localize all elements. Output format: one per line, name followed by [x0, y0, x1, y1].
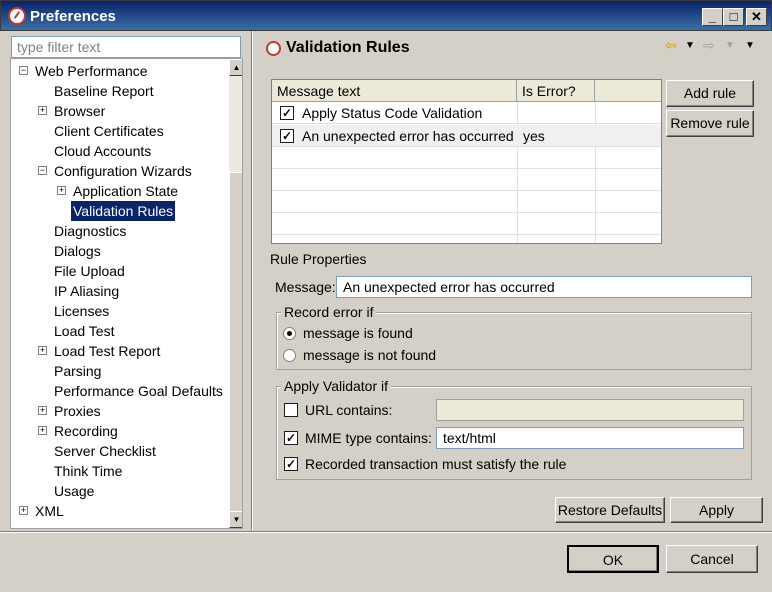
splitter[interactable] [251, 31, 253, 531]
table-row[interactable]: ✓ An unexpected error has occurred yes [272, 125, 661, 147]
preferences-tree: − Web Performance Baseline Report + Brow… [10, 58, 243, 529]
forward-dropdown-icon[interactable]: ▼ [725, 40, 735, 51]
tree-item-dialogs[interactable]: Dialogs [54, 241, 101, 261]
table-row-empty [272, 147, 661, 169]
tree-item-file-upload[interactable]: File Upload [54, 261, 125, 281]
back-arrow-icon[interactable]: ⇦ [665, 37, 677, 54]
tree-item-think-time[interactable]: Think Time [54, 461, 122, 481]
mime-type-label[interactable]: MIME type contains: [305, 430, 432, 446]
ok-button[interactable]: OK [567, 545, 659, 573]
validation-rules-icon [266, 41, 281, 56]
expand-icon[interactable]: + [38, 426, 47, 435]
footer-separator [0, 531, 772, 533]
expand-icon[interactable]: + [38, 346, 47, 355]
tree-item-client-certificates[interactable]: Client Certificates [54, 121, 164, 141]
tree-item-load-test-report[interactable]: Load Test Report [54, 341, 160, 361]
message-label: Message: [275, 279, 336, 295]
forward-arrow-icon[interactable]: ⇨ [703, 37, 715, 54]
rule-message-cell: An unexpected error has occurred [302, 128, 514, 144]
rules-table: Message text Is Error? ✓ Apply Status Co… [271, 79, 662, 244]
collapse-icon[interactable]: − [19, 66, 28, 75]
tree-item-recording[interactable]: Recording [54, 421, 118, 441]
url-contains-label[interactable]: URL contains: [305, 402, 392, 418]
rule-properties-label: Rule Properties [270, 251, 367, 267]
tree-item-browser[interactable]: Browser [54, 101, 105, 121]
tree-item-xml[interactable]: XML [35, 501, 64, 521]
minimize-button[interactable]: _ [702, 8, 723, 26]
record-error-title: Record error if [281, 304, 377, 320]
message-not-found-radio[interactable] [283, 349, 296, 362]
tree-item-diagnostics[interactable]: Diagnostics [54, 221, 126, 241]
view-menu-icon[interactable]: ▼ [745, 40, 755, 51]
tree-item-baseline-report[interactable]: Baseline Report [54, 81, 154, 101]
page-title: Validation Rules [286, 39, 410, 56]
close-button[interactable]: ✕ [746, 8, 767, 26]
scroll-up-icon[interactable]: ▲ [229, 59, 242, 76]
url-contains-field[interactable] [436, 399, 744, 421]
collapse-icon[interactable]: − [38, 166, 47, 175]
recorded-transaction-checkbox[interactable]: ✓ [284, 457, 298, 471]
tree-item-proxies[interactable]: Proxies [54, 401, 101, 421]
cancel-button[interactable]: Cancel [666, 545, 758, 573]
rule-enabled-checkbox[interactable]: ✓ [280, 129, 294, 143]
expand-icon[interactable]: + [38, 106, 47, 115]
tree-scrollbar[interactable]: ▲ ▼ [229, 59, 242, 528]
table-row-empty [272, 191, 661, 213]
message-found-label[interactable]: message is found [303, 325, 413, 341]
mime-type-checkbox[interactable]: ✓ [284, 431, 298, 445]
recorded-transaction-label[interactable]: Recorded transaction must satisfy the ru… [305, 456, 566, 472]
filter-input[interactable]: type filter text [11, 36, 241, 58]
tree-item-validation-rules[interactable]: Validation Rules [71, 201, 176, 221]
restore-defaults-button[interactable]: Restore Defaults [555, 497, 665, 523]
tree-item-performance-goal-defaults[interactable]: Performance Goal Defaults [54, 381, 223, 401]
tree-item-load-test[interactable]: Load Test [54, 321, 114, 341]
column-header-is-error[interactable]: Is Error? [517, 80, 595, 102]
back-dropdown-icon[interactable]: ▼ [685, 40, 695, 51]
message-field[interactable]: An unexpected error has occurred [336, 276, 752, 298]
column-header-filler [595, 80, 661, 102]
tree-item-parsing[interactable]: Parsing [54, 361, 101, 381]
tree-item-web-performance[interactable]: Web Performance [35, 61, 148, 81]
mime-type-field[interactable]: text/html [436, 427, 744, 449]
expand-icon[interactable]: + [38, 406, 47, 415]
expand-icon[interactable]: + [57, 186, 66, 195]
app-icon [8, 7, 26, 25]
page-header: Validation Rules ⇦ ▼ ⇨ ▼ ▼ [255, 31, 770, 65]
tree-item-server-checklist[interactable]: Server Checklist [54, 441, 156, 461]
message-found-radio[interactable] [283, 327, 296, 340]
tree-item-usage[interactable]: Usage [54, 481, 94, 501]
tree-item-application-state[interactable]: Application State [73, 181, 178, 201]
maximize-button[interactable]: □ [723, 8, 744, 26]
apply-validator-title: Apply Validator if [281, 378, 392, 394]
table-row-empty [272, 169, 661, 191]
title-bar: Preferences _ □ ✕ [0, 0, 772, 31]
table-row[interactable]: ✓ Apply Status Code Validation [272, 102, 661, 124]
scroll-thumb[interactable] [229, 172, 242, 512]
tree-item-licenses[interactable]: Licenses [54, 301, 109, 321]
window-title: Preferences [30, 8, 116, 25]
apply-button[interactable]: Apply [670, 497, 763, 523]
message-not-found-label[interactable]: message is not found [303, 347, 436, 363]
url-contains-checkbox[interactable] [284, 403, 298, 417]
scroll-down-icon[interactable]: ▼ [229, 511, 242, 528]
column-header-message-text[interactable]: Message text [272, 80, 517, 102]
remove-rule-button[interactable]: Remove rule [666, 110, 754, 137]
tree-item-ip-aliasing[interactable]: IP Aliasing [54, 281, 119, 301]
add-rule-button[interactable]: Add rule [666, 80, 754, 107]
rule-is-error-cell: yes [523, 128, 545, 144]
expand-icon[interactable]: + [19, 506, 28, 515]
tree-item-cloud-accounts[interactable]: Cloud Accounts [54, 141, 151, 161]
rule-message-cell: Apply Status Code Validation [302, 105, 483, 121]
table-row-empty [272, 213, 661, 235]
rule-enabled-checkbox[interactable]: ✓ [280, 106, 294, 120]
tree-item-configuration-wizards[interactable]: Configuration Wizards [54, 161, 192, 181]
